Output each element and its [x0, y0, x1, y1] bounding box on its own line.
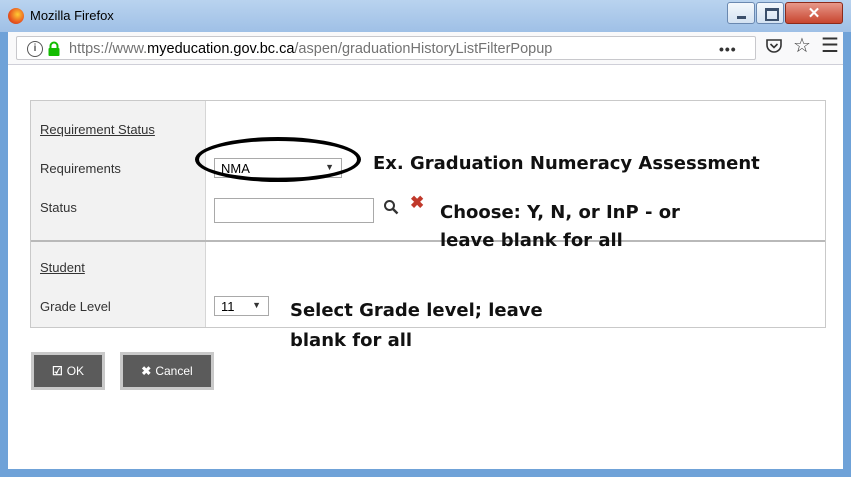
- grade-annotation-line2: blank for all: [290, 330, 413, 351]
- url-text[interactable]: https://www.myeducation.gov.bc.ca/aspen/…: [69, 41, 699, 57]
- hamburger-menu-icon[interactable]: ☰: [821, 35, 839, 57]
- ok-button[interactable]: ☑ OK: [31, 352, 105, 390]
- ok-label: OK: [66, 364, 85, 378]
- close-icon: ✕: [807, 5, 821, 22]
- navigation-bar: i https://www.myeducation.gov.bc.ca/aspe…: [8, 32, 843, 65]
- title-bar: Mozilla Firefox ✕: [0, 0, 851, 32]
- filter-panel: Requirement Status Requirements Status S…: [30, 100, 826, 328]
- student-heading: Student: [40, 260, 85, 275]
- close-icon: ✖: [141, 364, 152, 378]
- status-label: Status: [40, 200, 77, 215]
- status-annotation-line2: leave blank for all: [440, 230, 623, 251]
- search-icon[interactable]: [383, 199, 399, 215]
- grade-level-value: 11: [221, 299, 235, 314]
- requirement-status-heading: Requirement Status: [40, 122, 155, 137]
- grade-annotation-line1: Select Grade level; leave: [290, 300, 543, 321]
- window-bottom-border: [8, 469, 843, 477]
- status-input[interactable]: [214, 198, 374, 223]
- cancel-label: Cancel: [155, 364, 193, 378]
- window-title: Mozilla Firefox: [30, 8, 114, 23]
- page-actions-icon[interactable]: •••: [719, 41, 737, 57]
- pocket-icon[interactable]: [765, 37, 783, 55]
- address-bar[interactable]: i https://www.myeducation.gov.bc.ca/aspe…: [16, 36, 756, 60]
- info-icon[interactable]: i: [27, 41, 43, 57]
- minimize-icon: [737, 16, 746, 19]
- close-button[interactable]: ✕: [785, 2, 843, 24]
- requirements-annotation: Ex. Graduation Numeracy Assessment: [373, 153, 760, 174]
- firefox-icon: [8, 8, 24, 24]
- requirements-label: Requirements: [40, 161, 121, 176]
- cancel-button[interactable]: ✖ Cancel: [120, 352, 214, 390]
- grade-level-label: Grade Level: [40, 299, 111, 314]
- url-path: /aspen/graduationHistoryListFilterPopup: [294, 41, 553, 57]
- url-prefix: https://www.: [69, 41, 148, 57]
- url-domain: myeducation.gov.bc.ca: [147, 41, 295, 57]
- popup-content: Requirement Status Requirements Status S…: [8, 65, 843, 469]
- highlight-ellipse: [195, 137, 361, 182]
- lock-icon: [48, 41, 60, 56]
- grade-level-select[interactable]: 11 ▼: [214, 296, 269, 316]
- minimize-button[interactable]: [727, 2, 755, 24]
- browser-window: Mozilla Firefox ✕ i https://www.myeducat…: [0, 0, 851, 477]
- maximize-button[interactable]: [756, 2, 784, 24]
- bookmark-star-icon[interactable]: ☆: [793, 35, 811, 57]
- chevron-down-icon: ▼: [252, 300, 261, 310]
- status-annotation-line1: Choose: Y, N, or InP - or: [440, 202, 680, 223]
- clear-icon[interactable]: ✖: [410, 193, 424, 213]
- checkbox-icon: ☑: [51, 364, 63, 378]
- maximize-icon: [765, 8, 779, 21]
- section-divider: [31, 240, 825, 242]
